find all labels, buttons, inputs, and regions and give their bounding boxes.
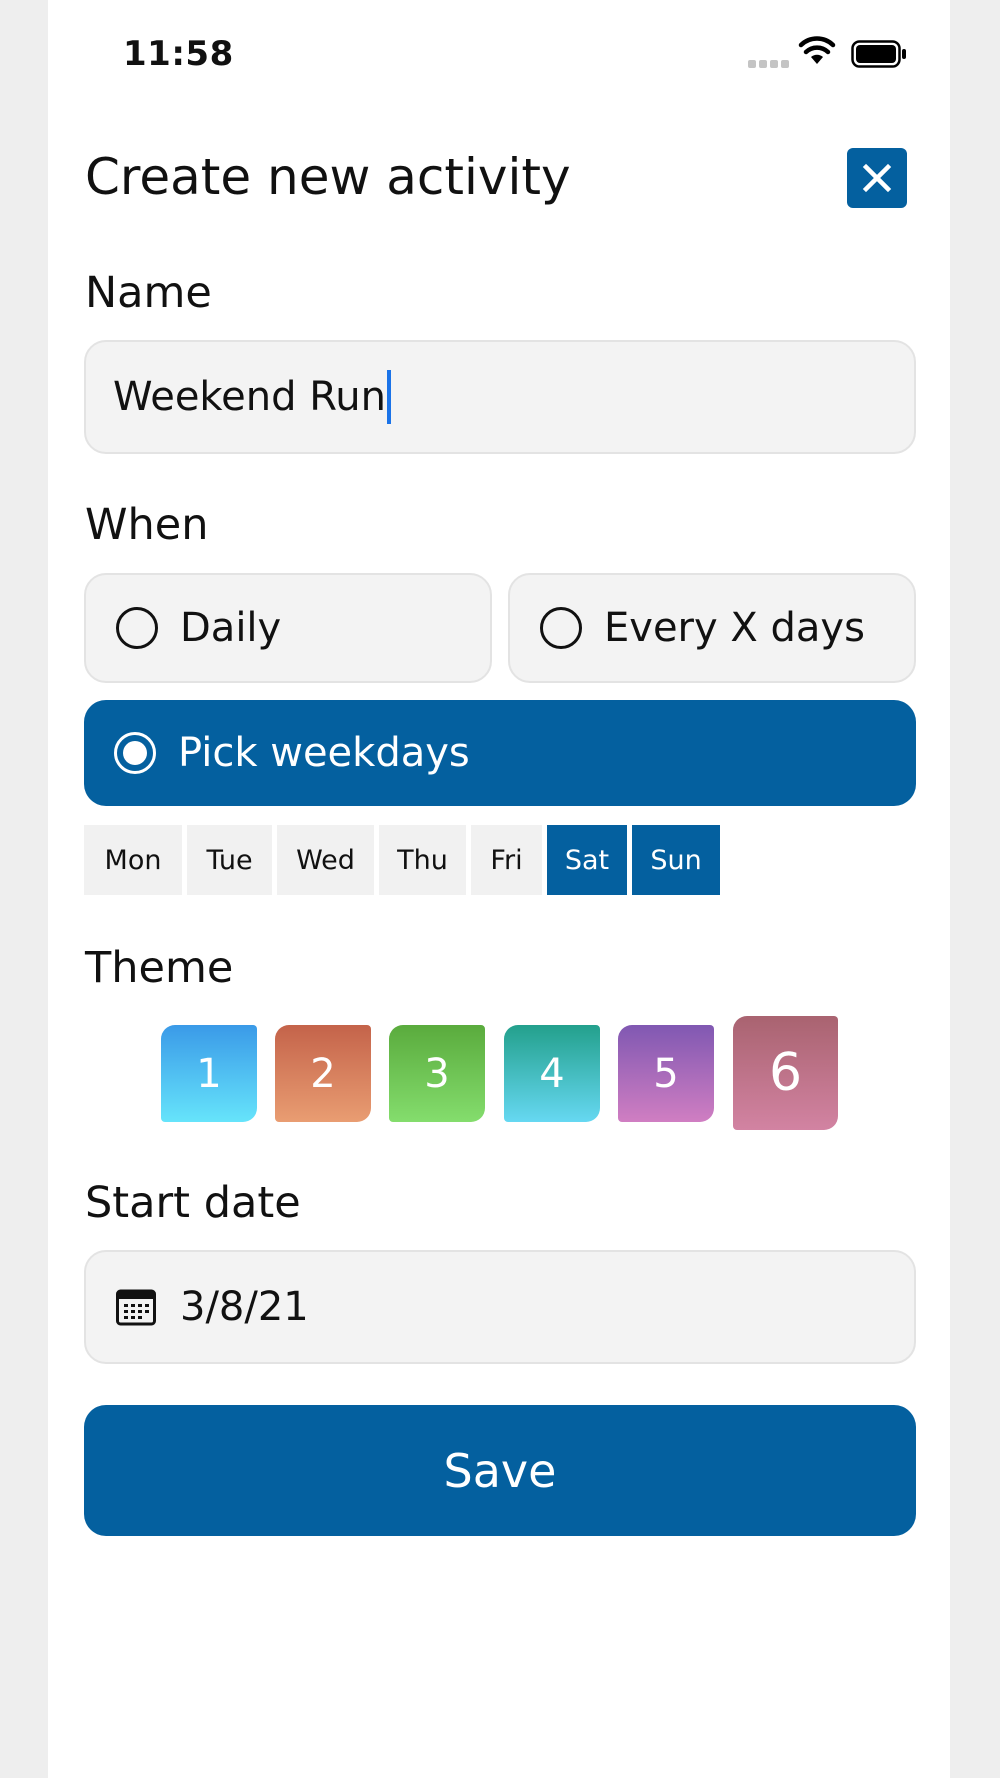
option-daily[interactable]: Daily xyxy=(84,573,492,683)
option-pick-weekdays[interactable]: Pick weekdays xyxy=(84,700,916,806)
status-time: 11:58 xyxy=(123,34,234,74)
option-every-x-days-label: Every X days xyxy=(604,605,865,651)
option-every-x-days[interactable]: Every X days xyxy=(508,573,916,683)
theme-swatch-2[interactable]: 2 xyxy=(275,1025,371,1122)
theme-swatch-6-selected[interactable]: 6 xyxy=(733,1016,838,1130)
radio-selected-icon xyxy=(114,732,156,774)
day-wed[interactable]: Wed xyxy=(277,825,374,895)
page-title: Create new activity xyxy=(85,148,571,206)
day-tue[interactable]: Tue xyxy=(187,825,272,895)
radio-unselected-icon xyxy=(116,607,158,649)
theme-label: Theme xyxy=(85,943,234,993)
option-pick-weekdays-label: Pick weekdays xyxy=(178,730,470,776)
day-thu[interactable]: Thu xyxy=(379,825,466,895)
theme-swatch-4[interactable]: 4 xyxy=(504,1025,600,1122)
save-button[interactable]: Save xyxy=(84,1405,916,1536)
day-sun[interactable]: Sun xyxy=(632,825,720,895)
theme-picker: 1 2 3 4 5 6 xyxy=(48,1016,950,1131)
status-bar: 11:58 xyxy=(48,0,950,110)
name-field[interactable]: Weekend Run xyxy=(84,340,916,454)
radio-unselected-icon xyxy=(540,607,582,649)
option-daily-label: Daily xyxy=(180,605,282,651)
day-sat[interactable]: Sat xyxy=(547,825,627,895)
text-caret xyxy=(386,370,391,424)
weekday-picker: Mon Tue Wed Thu Fri Sat Sun xyxy=(84,825,725,895)
close-icon xyxy=(862,163,892,193)
day-fri[interactable]: Fri xyxy=(471,825,542,895)
close-button[interactable] xyxy=(847,148,907,208)
start-date-field[interactable]: 3/8/21 xyxy=(84,1250,916,1364)
theme-swatch-5[interactable]: 5 xyxy=(618,1025,714,1122)
wifi-icon xyxy=(798,36,836,64)
app-screen: 11:58 Create new activity Name Weekend R… xyxy=(48,0,950,1778)
theme-swatch-3[interactable]: 3 xyxy=(389,1025,485,1122)
start-date-value: 3/8/21 xyxy=(180,1284,309,1330)
name-label: Name xyxy=(85,268,212,318)
name-field-value: Weekend Run xyxy=(113,374,386,420)
day-mon[interactable]: Mon xyxy=(84,825,182,895)
theme-swatch-1[interactable]: 1 xyxy=(161,1025,257,1122)
calendar-icon xyxy=(116,1289,156,1326)
start-date-label: Start date xyxy=(85,1178,301,1228)
battery-icon xyxy=(851,40,906,68)
when-label: When xyxy=(85,500,209,550)
cellular-signal-icon xyxy=(748,60,789,68)
